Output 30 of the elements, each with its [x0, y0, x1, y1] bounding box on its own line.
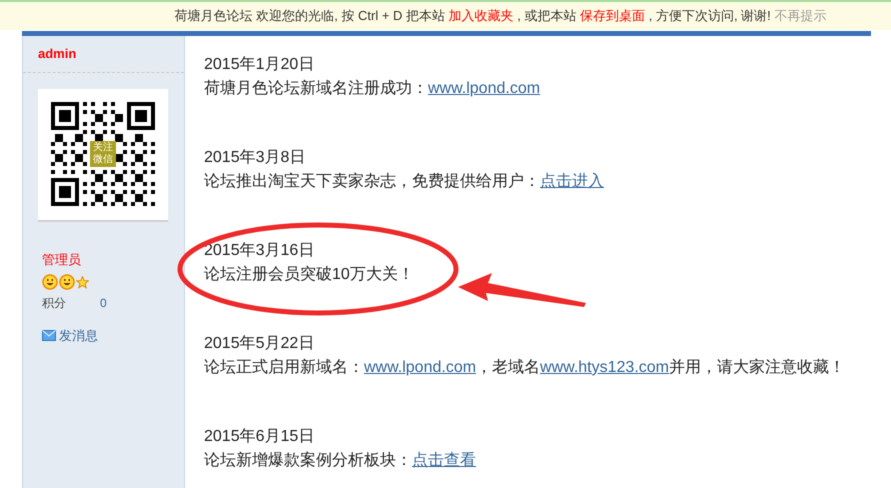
post-link[interactable]: 点击进入 — [540, 173, 604, 190]
post-text: 论坛推出淘宝天下卖家杂志，免费提供给用户：点击进入 — [204, 172, 604, 192]
qr-code-icon — [51, 102, 155, 206]
notice-text: 荷塘月色论坛 欢迎您的光临, 按 Ctrl + D 把本站 加入收藏夹 , 或把本站 保存到桌面 , 方便下次访问, 谢谢! 不再提示 — [174, 7, 826, 26]
envelope-icon — [42, 330, 56, 342]
points-label: 积分 — [42, 295, 67, 312]
star-icon — [76, 276, 89, 288]
post-text: 论坛新增爆款案例分析板块：点击查看 — [204, 450, 476, 471]
post-date: 2015年5月22日 — [204, 334, 314, 354]
post-link[interactable]: www.lpond.com — [428, 80, 540, 97]
qr-badge: 关注微信 — [90, 141, 116, 167]
post-link[interactable]: www.lpond.com — [364, 359, 476, 376]
points-value: 0 — [100, 295, 107, 312]
post-link[interactable]: 点击查看 — [412, 452, 476, 469]
username[interactable]: admin — [23, 36, 184, 72]
send-message-link[interactable]: 发消息 — [59, 326, 98, 346]
notice-link[interactable]: 加入收藏夹 — [448, 8, 514, 24]
smiley-icon — [59, 274, 75, 290]
post-text: 论坛正式启用新域名：www.lpond.com，老域名www.htys123.com并用，请大家注意收藏！ — [204, 358, 845, 378]
post-date: 2015年3月8日 — [204, 148, 306, 168]
arrow-icon — [458, 273, 586, 307]
post-text: 荷塘月色论坛新域名注册成功：www.lpond.com — [204, 78, 540, 99]
post-text: 论坛注册会员突破10万大关！ — [204, 264, 414, 285]
rank-label: 管理员 — [41, 250, 82, 268]
post-link[interactable]: www.htys123.com — [540, 359, 669, 376]
notice-link[interactable]: 保存到桌面 — [580, 8, 646, 24]
post-date: 2015年1月20日 — [204, 55, 314, 75]
post-date: 2015年6月15日 — [204, 427, 314, 447]
smiley-icon — [42, 274, 58, 290]
post-date: 2015年3月16日 — [204, 241, 314, 261]
